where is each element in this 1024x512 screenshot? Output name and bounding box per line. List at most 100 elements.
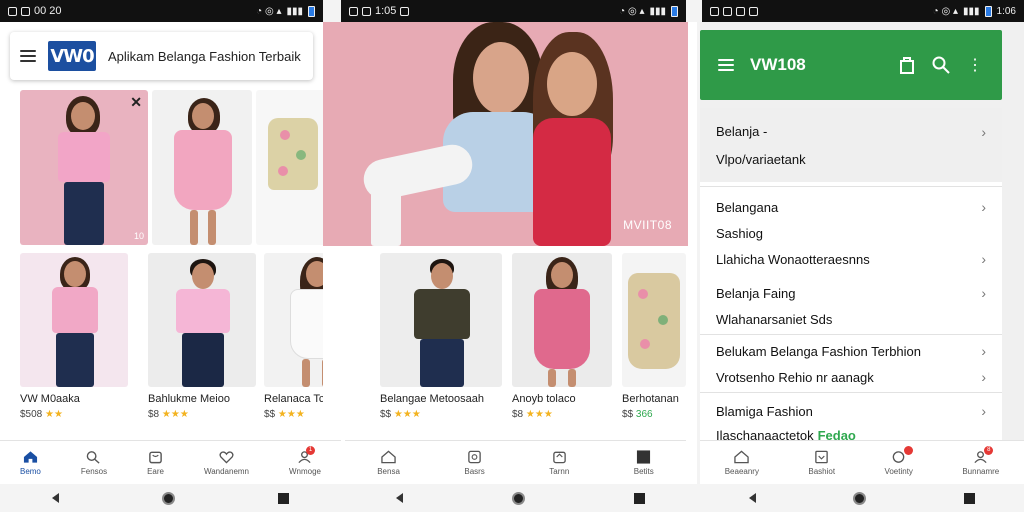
product-name: Anoyb tolaco <box>512 393 576 405</box>
battery-icon <box>671 5 678 17</box>
bag-icon[interactable] <box>898 56 916 74</box>
recents-icon[interactable] <box>634 492 646 504</box>
nav-label: Wnmoge <box>288 466 321 476</box>
menu-item[interactable]: Llahicha Wonaotteraesnns › <box>700 248 1002 270</box>
bag-icon <box>552 451 566 463</box>
product-price: $508 <box>20 409 43 420</box>
menu-item[interactable]: Belanja Faing › <box>700 282 1002 304</box>
recents-icon[interactable] <box>964 492 976 504</box>
nav-item[interactable]: Bensa <box>377 450 400 476</box>
menu-icon[interactable] <box>20 50 36 62</box>
home-button-icon[interactable] <box>511 491 525 505</box>
nav-item[interactable]: Eare <box>147 450 164 476</box>
more-options-icon[interactable]: ⋮ <box>966 56 984 74</box>
nav-label: Bunnamre <box>962 466 1000 476</box>
nav-label: Bensa <box>377 466 400 476</box>
back-icon[interactable] <box>51 493 59 503</box>
chevron-right-icon: › <box>981 343 986 359</box>
product-card[interactable]: Berhotanan $$ 366 <box>622 253 686 420</box>
product-card[interactable]: VW M0aaka $508 ★★ <box>20 253 128 420</box>
search-icon <box>468 450 481 463</box>
banner-tile[interactable] <box>152 90 252 245</box>
bottom-navigation: Bensa Basrs Tarnn Betits <box>345 440 686 484</box>
back-icon[interactable] <box>395 493 403 503</box>
product-card[interactable]: Bahlukme Meioo $8 ★★★ <box>148 253 256 420</box>
nav-item[interactable]: 8 Bunnamre <box>962 445 1000 476</box>
home-screen: VW0 Aplikam Belanga Fashion Terbaik ✕ 10 <box>0 22 323 484</box>
bag-icon <box>815 450 828 463</box>
product-name: Berhotanan <box>622 393 679 405</box>
menu-item[interactable]: Blamiga Fashion › <box>700 400 1002 422</box>
menu-item-sublabel: Sashiog <box>716 225 763 241</box>
nav-label: Wandanemn <box>203 466 249 476</box>
menu-item-label: Belukam Belanga Fashion Terbhion <box>716 343 922 359</box>
hero-watermark: MVIIT08 <box>623 218 672 232</box>
chevron-right-icon: › <box>981 403 986 419</box>
menu-item-sublabel: Vlpo/variaetank <box>716 151 806 167</box>
notification-badge <box>903 445 913 455</box>
nav-item[interactable]: Tarnn <box>549 450 569 476</box>
square-icon <box>637 449 651 464</box>
tile-counter: 10 <box>133 231 144 241</box>
notification-badge: 8 <box>984 445 994 455</box>
nav-label: Tarnn <box>549 466 570 476</box>
bottom-navigation: Bemo Fensos Eare Wandanemn 1 Wnmoge <box>0 440 341 484</box>
nav-label: Fensos <box>80 466 108 476</box>
search-icon <box>87 450 101 464</box>
nav-item[interactable]: Bemo <box>20 450 41 476</box>
chevron-right-icon: › <box>981 369 986 385</box>
menu-item-label: Belanja - <box>716 123 768 139</box>
menu-screen: VW108 ⋮ Belanja - › Vlpo/variaetank Belan… <box>700 22 1024 484</box>
app-bar: VW108 ⋮ <box>700 30 1002 100</box>
home-button-icon[interactable] <box>853 491 867 505</box>
heart-icon <box>219 450 234 464</box>
nav-item[interactable]: Fensos <box>81 450 107 476</box>
chevron-right-icon: › <box>981 123 986 140</box>
product-price: $8 <box>512 409 524 420</box>
system-navigation <box>0 484 341 512</box>
chevron-right-icon: › <box>981 251 986 267</box>
product-card[interactable]: Belangae Metoosaah $$ ★★★ <box>380 253 502 420</box>
nav-label: Voetinty <box>884 466 913 476</box>
product-card[interactable]: Anoyb tolaco $8 ★★★ <box>512 253 612 420</box>
search-icon[interactable] <box>932 56 950 74</box>
rating-stars: ★★★ <box>161 409 189 420</box>
system-navigation <box>700 484 1024 512</box>
rating-stars: ★★★ <box>393 409 421 420</box>
nav-item[interactable]: Bashiot <box>808 450 835 476</box>
status-bar: 00 20 ◔ ◎ ▴ ▮▮▮ <box>0 0 323 22</box>
home-icon <box>734 450 750 463</box>
menu-icon[interactable] <box>718 59 734 71</box>
product-price: $$ <box>264 409 276 420</box>
rating-stars: ★★★ <box>277 409 305 420</box>
nav-item[interactable]: Wandanemn <box>204 450 249 476</box>
nav-item[interactable]: 1 Wnmoge <box>288 445 321 476</box>
app-title: VW108 <box>750 55 806 74</box>
product-card[interactable]: Relanaca Tcelci $$ ★★★ <box>264 253 323 420</box>
menu-item[interactable]: Belanja - › Vlpo/variaetank <box>700 108 1002 182</box>
home-icon <box>23 450 37 463</box>
app-title: Aplikam Belanga Fashion Terbaik <box>108 48 301 64</box>
home-button-icon[interactable] <box>161 491 175 505</box>
rating-stars: ★★★ <box>525 409 553 420</box>
nav-item[interactable]: Voetinty <box>884 445 913 476</box>
nav-label: Basrs <box>464 466 485 476</box>
hero-banner[interactable]: MVIIT08 <box>323 22 688 246</box>
menu-item-sublabel: Wlahanarsaniet Sds <box>716 311 833 327</box>
banner-tile[interactable] <box>256 90 323 245</box>
nav-item[interactable]: Basrs <box>464 450 485 476</box>
nav-item[interactable]: Betits <box>634 449 654 476</box>
menu-item[interactable]: Belangana › <box>700 196 1002 218</box>
banner-tile[interactable]: ✕ 10 <box>20 90 148 245</box>
menu-item-sub[interactable]: Vrotsenho Rehio nr aanagk › <box>700 366 1002 388</box>
nav-label: Bemo <box>19 466 41 476</box>
menu-item[interactable]: Belukam Belanga Fashion Terbhion › <box>700 340 1002 362</box>
product-name: Relanaca Tcelci <box>264 393 323 405</box>
nav-item[interactable]: Beaeanry <box>725 450 759 476</box>
close-icon[interactable]: ✕ <box>130 94 142 111</box>
recents-icon[interactable] <box>278 492 290 504</box>
navigation-drawer: Belanja - › Vlpo/variaetank Belangana › Sa… <box>700 108 1002 484</box>
bottom-navigation: Beaeanry Bashiot Voetinty 8 Bunnamre <box>700 440 1024 484</box>
system-navigation <box>341 484 700 512</box>
back-icon[interactable] <box>748 493 756 503</box>
